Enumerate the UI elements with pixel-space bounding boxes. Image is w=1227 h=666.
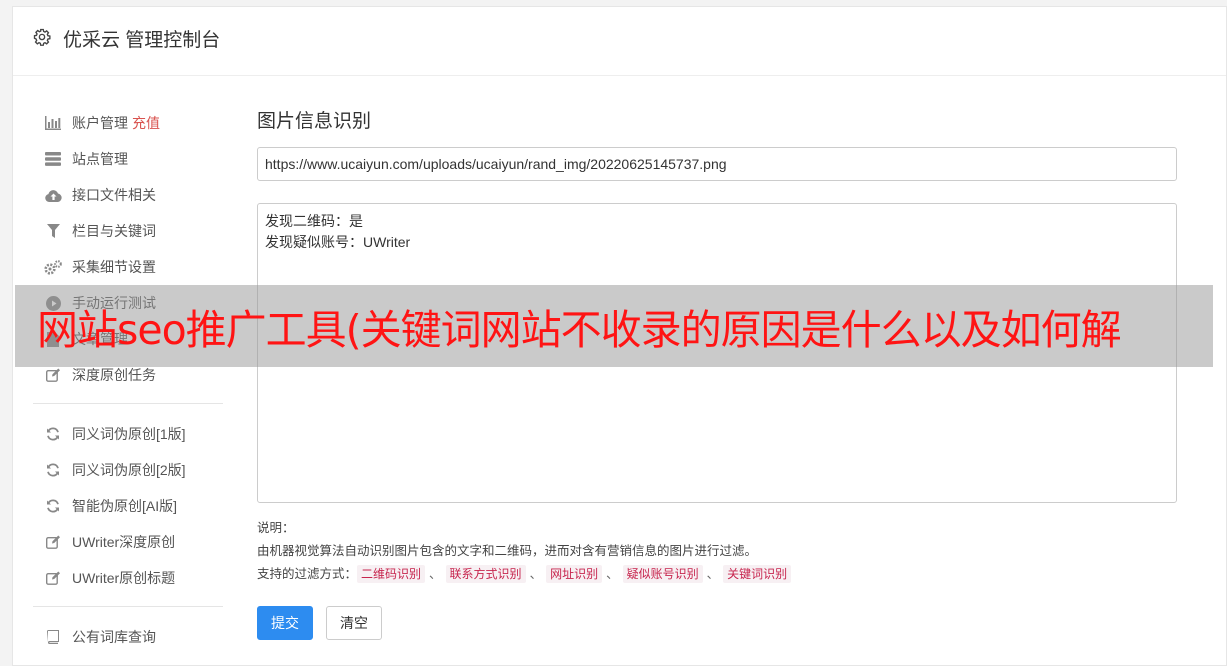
result-line: 发现疑似账号：UWriter: [265, 234, 411, 250]
clear-button[interactable]: 清空: [326, 606, 382, 640]
sidebar-item-label: 智能伪原创[AI版]: [72, 498, 178, 514]
result-line: 发现二维码：是: [265, 213, 363, 229]
sidebar-item-label: UWriter深度原创: [72, 534, 176, 550]
sidebar-item-label: 同义词伪原创[1版]: [72, 426, 186, 442]
recharge-link[interactable]: 充值: [132, 113, 160, 133]
refresh-icon: [44, 461, 62, 479]
sidebar-item-account[interactable]: 账户管理 充值: [33, 105, 223, 141]
sidebar-divider: [33, 403, 223, 404]
sidebar-item-label: 同义词伪原创[2版]: [72, 462, 186, 478]
sidebar-item-interface-files[interactable]: 接口文件相关: [33, 177, 223, 213]
edit-icon: [44, 569, 62, 587]
sidebar-item-label: 栏目与关键词: [72, 223, 156, 239]
sidebar: 账户管理充值 站点管理 接口文件相关 栏目与关键词 采集细节设置 手动运行测试 …: [33, 105, 223, 655]
filter-tag: 网址识别: [546, 565, 603, 583]
sidebar-divider: [33, 606, 223, 607]
bar-chart-icon: [44, 114, 62, 132]
notes-description: 由机器视觉算法自动识别图片包含的文字和二维码，进而对含有营销信息的图片进行过滤。: [257, 544, 758, 558]
page-header: 优采云 管理控制台: [13, 7, 1226, 76]
notes-title: 说明：: [257, 521, 295, 535]
sidebar-item-label: UWriter原创标题: [72, 570, 176, 586]
app-title: 优采云 管理控制台: [63, 30, 221, 51]
sidebar-item-public-lexicon[interactable]: 公有词库查询: [33, 619, 223, 655]
sidebar-item-collection-settings[interactable]: 采集细节设置: [33, 249, 223, 285]
filter-tag: 二维码识别: [357, 565, 426, 583]
watermark-text: 网站seo推广工具(关键词网站不收录的原因是什么以及如何解: [37, 306, 1122, 354]
sidebar-item-label: 接口文件相关: [72, 187, 156, 203]
sidebar-item-label: 公有词库查询: [72, 629, 156, 645]
sidebar-item-ai-rewrite[interactable]: 智能伪原创[AI版]: [33, 488, 223, 524]
sidebar-item-label: 账户管理: [72, 115, 128, 131]
cogs-icon: [44, 258, 62, 276]
sidebar-item-uwriter-deep[interactable]: UWriter深度原创: [33, 524, 223, 560]
sidebar-item-synonym-v1[interactable]: 同义词伪原创[1版]: [33, 416, 223, 452]
filter-icon: [44, 222, 62, 240]
book-icon: [44, 628, 62, 646]
sidebar-item-label: 深度原创任务: [72, 367, 156, 383]
edit-icon: [44, 366, 62, 384]
sidebar-item-uwriter-title[interactable]: UWriter原创标题: [33, 560, 223, 596]
edit-icon: [44, 533, 62, 551]
page-title: 图片信息识别: [257, 111, 372, 132]
sidebar-item-synonym-v2[interactable]: 同义词伪原创[2版]: [33, 452, 223, 488]
filter-tag: 关键词识别: [723, 565, 792, 583]
refresh-icon: [44, 425, 62, 443]
filter-separator: 、: [706, 567, 720, 581]
filter-separator: 、: [429, 567, 442, 581]
gear-icon: [33, 28, 51, 51]
server-icon: [44, 150, 62, 168]
main-content: 图片信息识别 发现二维码：是 发现疑似账号：UWriter 说明： 由机器视觉算…: [257, 105, 1179, 640]
refresh-icon: [44, 497, 62, 515]
sidebar-item-sites[interactable]: 站点管理: [33, 141, 223, 177]
sidebar-item-columns-keywords[interactable]: 栏目与关键词: [33, 213, 223, 249]
image-url-input[interactable]: [257, 147, 1177, 181]
sidebar-item-label: 站点管理: [72, 151, 128, 167]
submit-button[interactable]: 提交: [257, 606, 313, 640]
filter-separator: 、: [529, 567, 543, 581]
filter-tag: 联系方式识别: [445, 565, 526, 583]
filter-methods: 支持的过滤方式： 二维码识别、联系方式识别、网址识别、疑似账号识别、关键词识别: [257, 563, 1179, 586]
notes: 说明： 由机器视觉算法自动识别图片包含的文字和二维码，进而对含有营销信息的图片进…: [257, 517, 1179, 586]
filter-separator: 、: [606, 567, 619, 581]
form-actions: 提交 清空: [257, 606, 1179, 640]
filter-tag: 疑似账号识别: [622, 565, 703, 583]
sidebar-item-label: 采集细节设置: [72, 259, 156, 275]
cloud-upload-icon: [44, 186, 62, 204]
filter-label: 支持的过滤方式：: [257, 567, 358, 581]
